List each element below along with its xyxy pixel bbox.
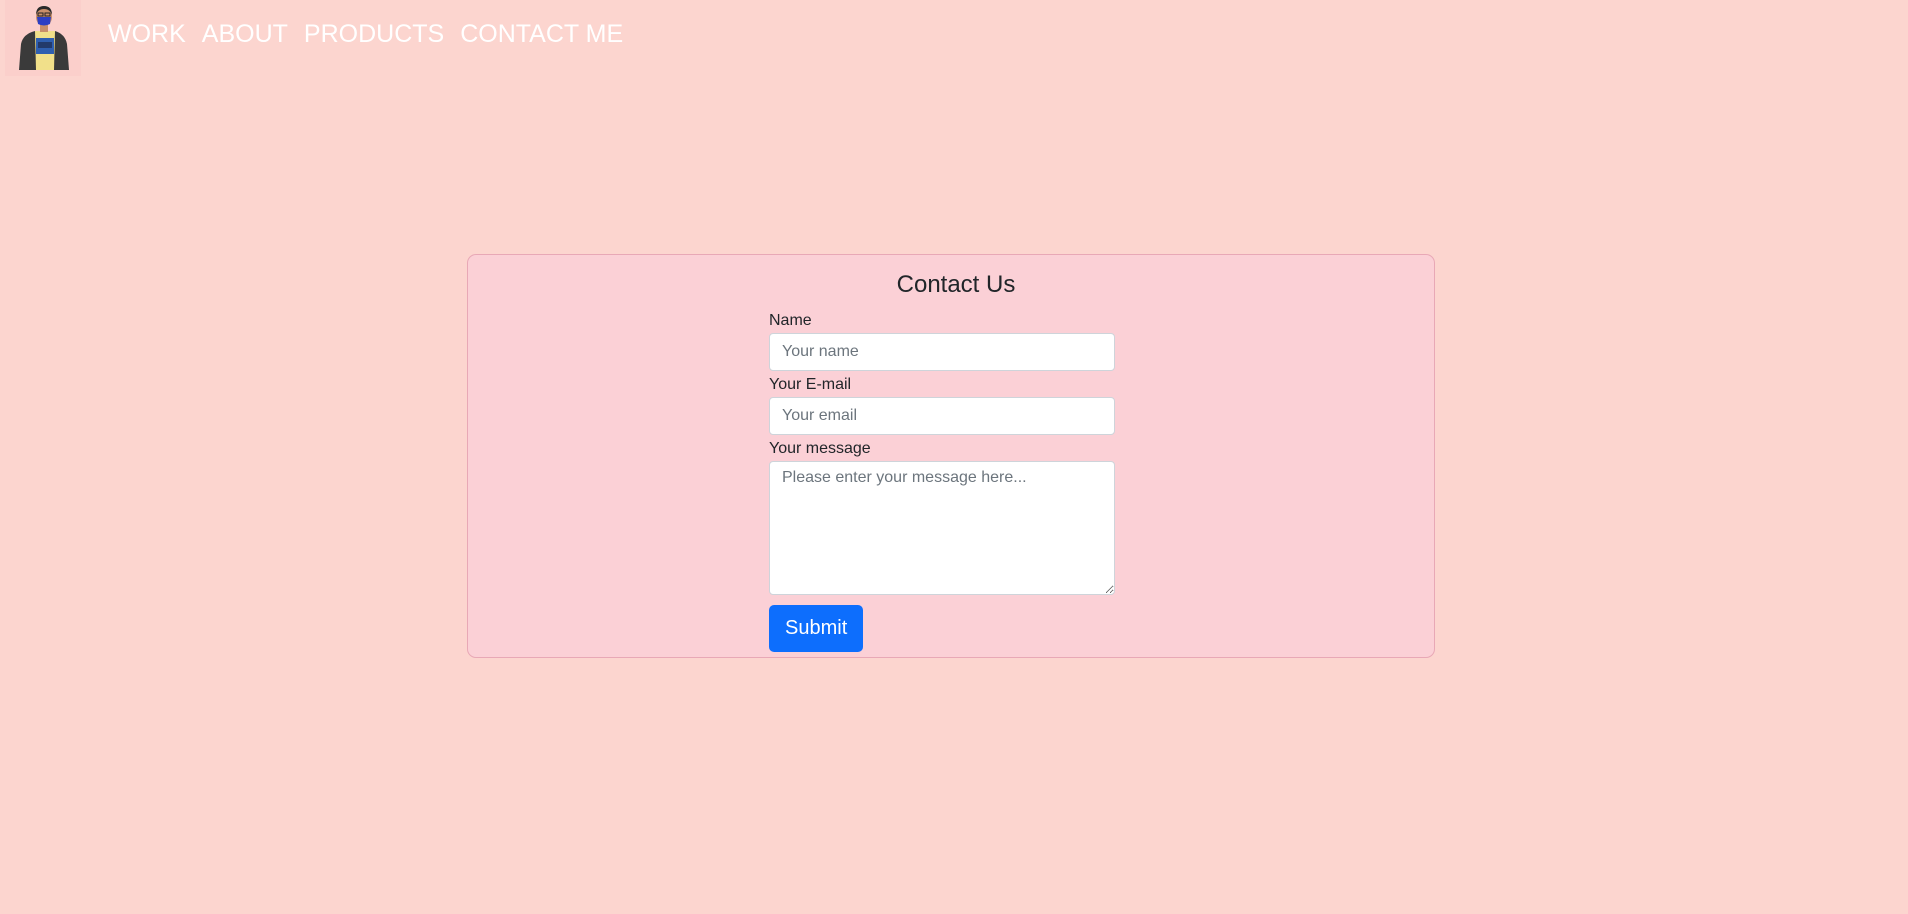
- contact-card: Contact Us Name Your E-mail Your message…: [467, 254, 1435, 658]
- nav-link-products[interactable]: PRODUCTS: [304, 19, 444, 49]
- nav-link-work[interactable]: WORK: [108, 19, 186, 49]
- name-input[interactable]: [769, 333, 1115, 371]
- contact-form: Name Your E-mail Your message Submit: [769, 311, 1115, 652]
- name-label: Name: [769, 312, 812, 329]
- nav-links: WORK ABOUT PRODUCTS CONTACT ME: [108, 19, 623, 49]
- nav-link-contact-me[interactable]: CONTACT ME: [460, 19, 623, 49]
- submit-button[interactable]: Submit: [769, 605, 864, 652]
- contact-title: Contact Us: [896, 271, 1016, 298]
- message-textarea[interactable]: [769, 461, 1115, 595]
- email-label: Your E-mail: [769, 376, 852, 393]
- person-avatar-icon: [5, 0, 81, 76]
- email-input[interactable]: [769, 397, 1115, 435]
- nav-link-about[interactable]: ABOUT: [202, 19, 288, 49]
- message-label: Your message: [769, 440, 871, 457]
- avatar-logo[interactable]: [5, 0, 81, 76]
